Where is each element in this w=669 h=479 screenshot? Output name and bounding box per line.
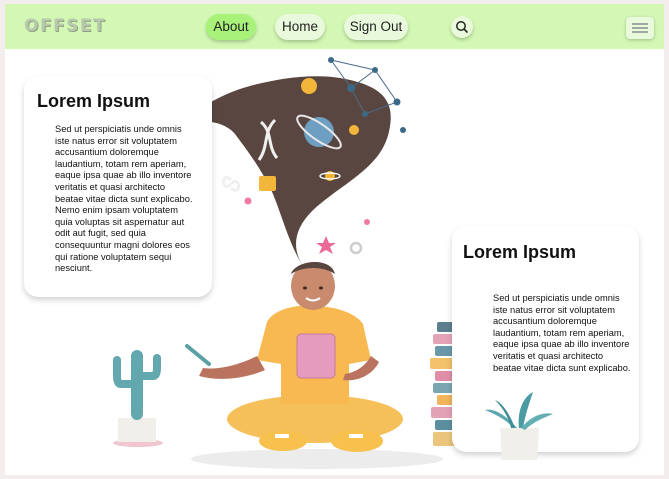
plant-overlay bbox=[485, 392, 553, 460]
page-frame: OFFSET About Home Sign Out Lorem Ipsum S… bbox=[5, 4, 664, 475]
potted-plant-icon bbox=[485, 392, 553, 460]
